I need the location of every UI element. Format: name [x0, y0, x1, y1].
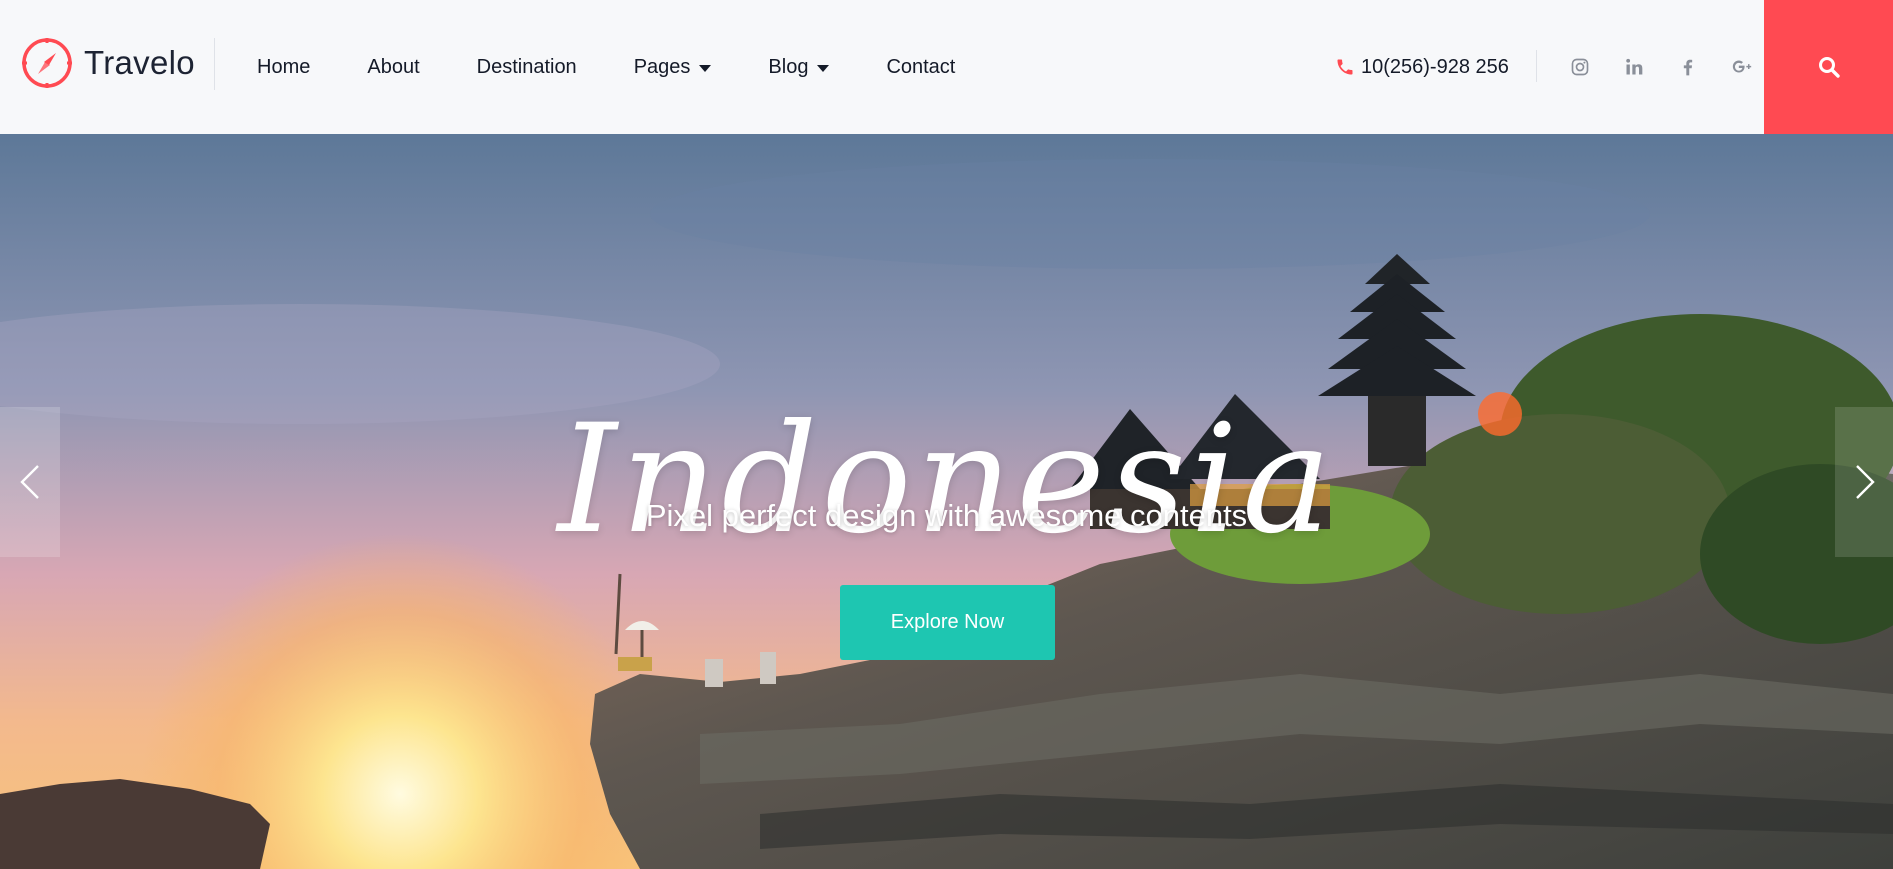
social-divider: [1536, 50, 1537, 82]
nav-item-label: Contact: [886, 55, 956, 78]
linkedin-icon: [1626, 58, 1643, 75]
slider-prev-button[interactable]: [0, 407, 60, 557]
nav-item-label: Destination: [476, 55, 577, 78]
chevron-left-icon: [20, 465, 39, 499]
caret-down-icon: [817, 64, 830, 72]
google-plus-link[interactable]: [1715, 47, 1769, 87]
phone-contact[interactable]: 10(256)-928 256: [1335, 0, 1509, 134]
phone-number: 10(256)-928 256: [1361, 55, 1509, 78]
google-plus-icon: [1732, 60, 1752, 73]
main-nav: Home About Destination Pages Blog Contac…: [257, 0, 1012, 134]
caret-down-icon: [699, 64, 712, 72]
nav-item-label: Home: [257, 55, 311, 78]
nav-item-blog[interactable]: Blog: [768, 55, 830, 79]
compass-icon: [22, 38, 72, 88]
slider-next-button[interactable]: [1835, 407, 1893, 557]
nav-item-home[interactable]: Home: [257, 56, 310, 79]
hero-slider: Indonesia Pixel perfect design with awes…: [0, 134, 1893, 869]
linkedin-link[interactable]: [1607, 47, 1661, 87]
facebook-link[interactable]: [1661, 47, 1715, 87]
explore-now-button[interactable]: Explore Now: [840, 585, 1055, 660]
brand-name: Travelo: [84, 44, 195, 81]
instagram-icon: [1571, 58, 1589, 76]
chevron-right-icon: [1856, 465, 1875, 499]
phone-icon: [1337, 59, 1353, 75]
search-button[interactable]: [1764, 0, 1893, 134]
nav-item-label: Pages: [633, 55, 691, 78]
nav-item-pages[interactable]: Pages: [634, 56, 712, 79]
social-links: [1553, 0, 1769, 134]
search-icon: [1818, 57, 1840, 78]
nav-item-label: Blog: [768, 55, 809, 78]
hero-subtitle: Pixel perfect design with awesome conten…: [645, 498, 1248, 533]
brand-logo[interactable]: Travelo: [20, 36, 195, 90]
facebook-icon: [1683, 59, 1693, 76]
nav-item-about[interactable]: About: [367, 56, 419, 79]
nav-item-label: About: [367, 55, 420, 78]
nav-item-destination[interactable]: Destination: [477, 56, 577, 79]
logo-divider: [214, 38, 215, 90]
site-header: Travelo Home About Destination Pages Blo…: [0, 0, 1893, 134]
nav-item-contact[interactable]: Contact: [886, 56, 955, 79]
instagram-link[interactable]: [1553, 47, 1607, 87]
